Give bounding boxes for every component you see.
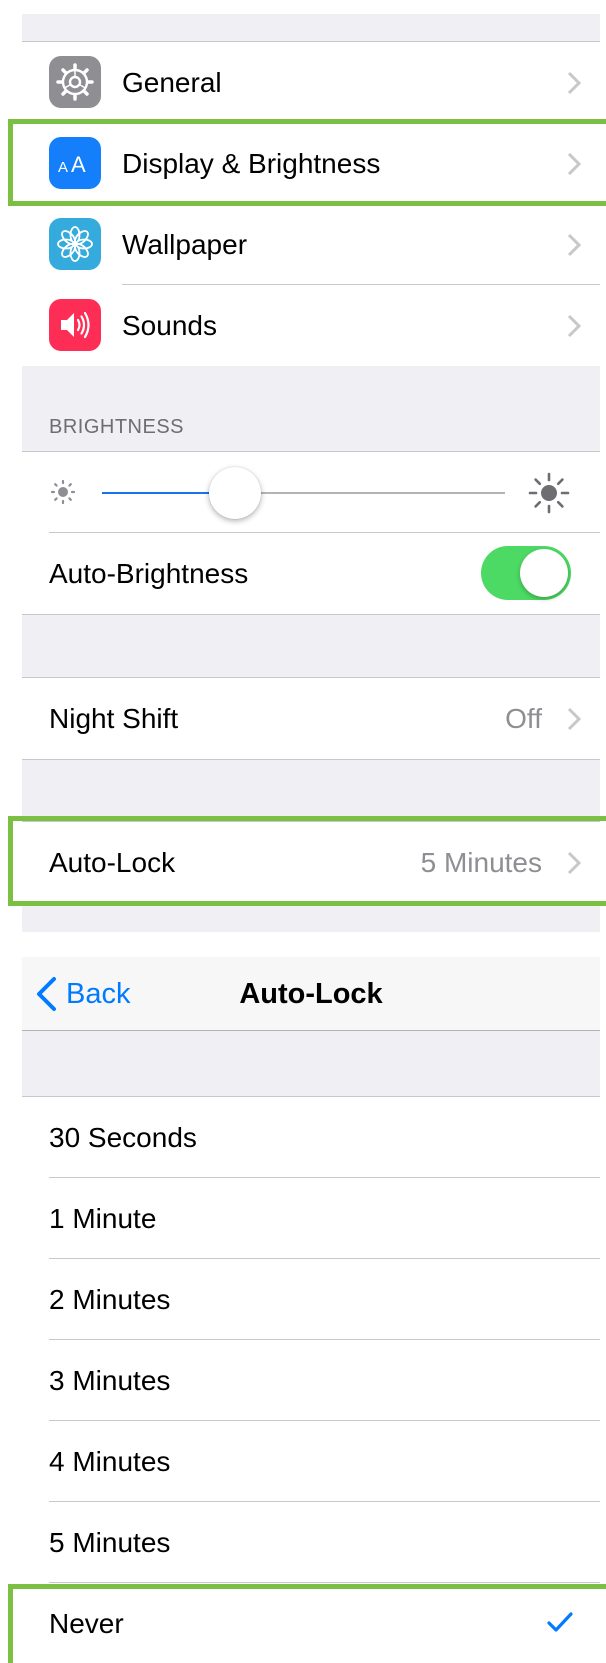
gear-icon: [49, 56, 101, 108]
auto-brightness-toggle[interactable]: [481, 546, 571, 600]
option-label: 4 Minutes: [49, 1446, 171, 1477]
settings-row-display-brightness[interactable]: A A Display & Brightness: [22, 123, 600, 204]
settings-row-label: General: [122, 67, 222, 98]
settings-row-label: Display & Brightness: [122, 148, 381, 179]
nav-title: Auto-Lock: [239, 978, 383, 1010]
option-2-minutes[interactable]: 2 Minutes: [22, 1259, 600, 1340]
auto-lock-value: 5 Minutes: [420, 847, 542, 878]
divider: [22, 759, 600, 760]
chevron-right-icon: [567, 233, 582, 257]
chevron-right-icon: [567, 314, 582, 338]
night-shift-value: Off: [505, 703, 542, 734]
auto-brightness-row: Auto-Brightness: [22, 533, 600, 614]
option-3-minutes[interactable]: 3 Minutes: [22, 1340, 600, 1421]
section-header-brightness: BRIGHTNESS: [49, 416, 185, 438]
divider: [22, 903, 600, 904]
option-label: 3 Minutes: [49, 1365, 171, 1396]
svg-text:A: A: [58, 159, 68, 176]
option-label: Never: [49, 1608, 124, 1639]
option-never[interactable]: Never: [22, 1583, 600, 1663]
settings-row-night-shift[interactable]: Night Shift Off: [22, 678, 600, 759]
option-4-minutes[interactable]: 4 Minutes: [22, 1421, 600, 1502]
chevron-right-icon: [567, 707, 582, 731]
option-label: 5 Minutes: [49, 1527, 171, 1558]
sun-small-icon: [50, 479, 76, 505]
brightness-slider-row: [22, 452, 600, 533]
auto-lock-screen: Back Auto-Lock 30 Seconds 1 Minute 2 Min…: [22, 957, 600, 1663]
option-label: 30 Seconds: [49, 1122, 197, 1153]
brightness-slider-thumb[interactable]: [208, 467, 261, 519]
settings-screen: General A A Display & Brightness Wallpap…: [22, 14, 600, 932]
flower-icon: [49, 218, 101, 270]
auto-lock-label: Auto-Lock: [49, 847, 176, 878]
brightness-slider-track[interactable]: [234, 492, 505, 494]
option-label: 2 Minutes: [49, 1284, 171, 1315]
svg-text:A: A: [71, 152, 86, 177]
settings-row-label: Sounds: [122, 310, 217, 341]
option-1-minute[interactable]: 1 Minute: [22, 1178, 600, 1259]
text-size-icon: A A: [49, 137, 101, 189]
speaker-icon: [49, 299, 101, 351]
nav-bar: Back Auto-Lock: [22, 957, 600, 1031]
chevron-right-icon: [567, 152, 582, 176]
settings-row-sounds[interactable]: Sounds: [22, 285, 600, 366]
night-shift-label: Night Shift: [49, 703, 179, 734]
auto-brightness-label: Auto-Brightness: [49, 558, 249, 589]
chevron-right-icon: [567, 851, 582, 875]
settings-row-label: Wallpaper: [122, 229, 248, 260]
checkmark-icon: [547, 1612, 573, 1632]
settings-row-wallpaper[interactable]: Wallpaper: [22, 204, 600, 285]
option-30-seconds[interactable]: 30 Seconds: [22, 1097, 600, 1178]
settings-row-auto-lock[interactable]: Auto-Lock 5 Minutes: [22, 822, 600, 903]
option-label: 1 Minute: [49, 1203, 157, 1234]
divider: [22, 614, 600, 615]
toggle-knob: [520, 549, 568, 597]
option-5-minutes[interactable]: 5 Minutes: [22, 1502, 600, 1583]
chevron-right-icon: [567, 71, 582, 95]
sun-large-icon: [528, 472, 570, 514]
settings-row-general[interactable]: General: [22, 42, 600, 123]
